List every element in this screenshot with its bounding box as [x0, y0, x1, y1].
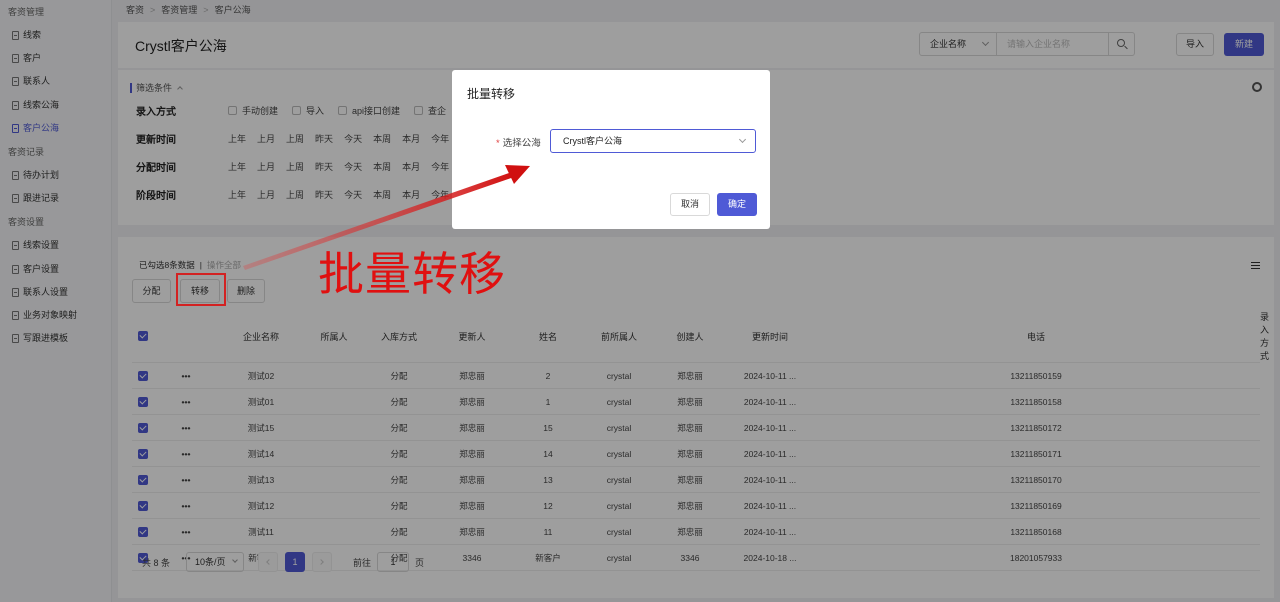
pool-select[interactable]: Crystl客户公海: [550, 129, 756, 153]
modal-title: 批量转移: [467, 87, 516, 101]
select-pool-text: 选择公海: [502, 138, 541, 149]
chevron-down-icon: [738, 135, 747, 144]
pool-select-value: Crystl客户公海: [563, 136, 622, 146]
batch-transfer-modal: 批量转移 * 选择公海 Crystl客户公海 取消 确定: [452, 70, 770, 229]
annotation-label: 批量转移: [318, 247, 506, 301]
select-pool-label: * 选择公海: [496, 135, 541, 149]
required-mark: *: [496, 138, 500, 149]
cancel-button[interactable]: 取消: [670, 193, 710, 216]
confirm-button[interactable]: 确定: [717, 193, 757, 216]
annotation-highlight-box: [176, 273, 226, 306]
